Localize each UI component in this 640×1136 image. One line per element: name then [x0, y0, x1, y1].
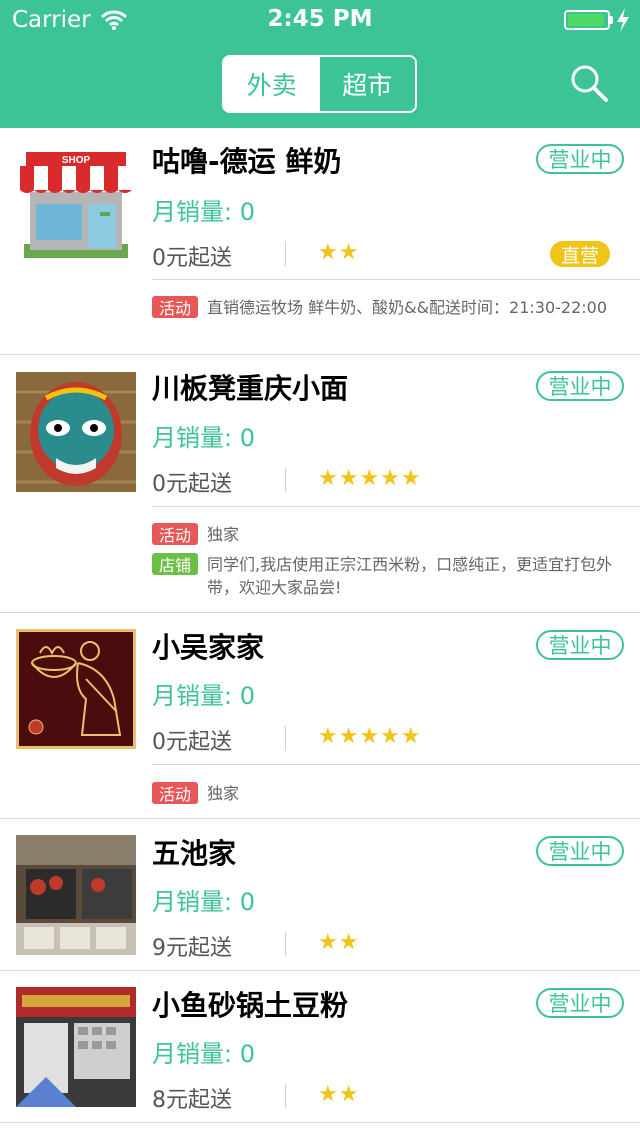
promotion-tag: 活动	[152, 523, 198, 545]
store-notice-tag: 店铺	[152, 553, 198, 575]
open-status-badge: 营业中	[536, 988, 624, 1018]
rating-stars: ★★	[318, 240, 360, 265]
monthly-sales: 月销量: 0	[152, 682, 255, 710]
shop-thumbnail: SHOP	[16, 146, 136, 266]
tab-supermarket[interactable]: 超市	[319, 57, 415, 111]
shop-thumbnail	[16, 987, 136, 1107]
open-status-badge: 营业中	[536, 836, 624, 866]
storefront-photo-icon	[16, 987, 136, 1107]
clock: 2:45 PM	[267, 6, 373, 32]
shop-thumbnail	[16, 629, 136, 749]
promotion-tag: 活动	[152, 782, 198, 804]
storefront-icon: SHOP	[16, 146, 136, 266]
opera-mask-icon	[16, 372, 136, 492]
shop-name: 小鱼砂锅土豆粉	[152, 989, 349, 1022]
direct-operated-badge: 直营	[550, 241, 610, 267]
monthly-sales: 月销量: 0	[152, 198, 255, 226]
shop-list: SHOP 咕噜-德运 鲜奶 营业中 月销量: 0 0元起送 ★★ 直营 活动 直…	[0, 128, 640, 1133]
promotion-text: 独家	[207, 525, 240, 544]
shop-item[interactable]: 川板凳重庆小面 营业中 月销量: 0 0元起送 ★★★★★ 活动 独家 店铺 同…	[0, 355, 640, 613]
tab-takeout[interactable]: 外卖	[224, 57, 320, 111]
rating-stars: ★★	[318, 1082, 360, 1107]
divider	[152, 764, 640, 765]
divider	[152, 279, 640, 280]
store-notice-text: 同学们,我店使用正宗江西米粉，口感纯正，更适宜打包外带，欢迎大家品尝!	[207, 555, 613, 597]
search-icon[interactable]	[568, 62, 610, 104]
monthly-sales: 月销量: 0	[152, 424, 255, 452]
shop-thumbnail	[16, 372, 136, 492]
divider	[285, 242, 286, 266]
promotion-text: 直销德运牧场 鲜牛奶、酸奶&&配送时间：21:30-22:00	[207, 298, 608, 317]
battery-icon	[564, 10, 610, 30]
rating-stars: ★★★★★	[318, 724, 422, 749]
open-status-badge: 营业中	[536, 630, 624, 660]
divider	[285, 726, 286, 750]
noodle-logo-icon	[16, 629, 136, 749]
promotion-tag: 活动	[152, 296, 198, 318]
top-bar: Carrier 2:45 PM 外卖 超市	[0, 0, 640, 128]
minimum-order: 0元起送	[152, 246, 232, 271]
divider	[152, 506, 640, 507]
monthly-sales: 月销量: 0	[152, 888, 255, 916]
monthly-sales: 月销量: 0	[152, 1040, 255, 1068]
rating-stars: ★★★★★	[318, 466, 422, 491]
shop-name: 五池家	[152, 837, 237, 870]
shop-item[interactable]: 小鱼砂锅土豆粉 营业中 月销量: 0 8元起送 ★★	[0, 971, 640, 1133]
shop-item[interactable]: 小吴家家 营业中 月销量: 0 0元起送 ★★★★★ 活动 独家	[0, 613, 640, 819]
shop-name: 小吴家家	[152, 631, 265, 664]
divider	[285, 1084, 286, 1108]
rating-stars: ★★	[318, 930, 360, 955]
divider	[285, 468, 286, 492]
open-status-badge: 营业中	[536, 371, 624, 401]
minimum-order: 0元起送	[152, 472, 232, 497]
shop-name: 川板凳重庆小面	[152, 372, 349, 405]
shop-name: 咕噜-德运 鲜奶	[152, 145, 342, 178]
svg-text:SHOP: SHOP	[62, 155, 91, 166]
minimum-order: 0元起送	[152, 730, 232, 755]
divider	[0, 1122, 640, 1123]
divider	[285, 932, 286, 956]
battery-level	[568, 14, 604, 26]
shop-item[interactable]: 五池家 营业中 月销量: 0 9元起送 ★★	[0, 819, 640, 971]
battery-tip	[610, 16, 613, 24]
shop-item[interactable]: SHOP 咕噜-德运 鲜奶 营业中 月销量: 0 0元起送 ★★ 直营 活动 直…	[0, 128, 640, 355]
minimum-order: 8元起送	[152, 1088, 232, 1113]
charging-icon	[617, 8, 629, 32]
open-status-badge: 营业中	[536, 144, 624, 174]
promotion-text: 独家	[207, 784, 240, 803]
shop-thumbnail	[16, 835, 136, 955]
category-switch[interactable]: 外卖 超市	[222, 55, 417, 113]
minimum-order: 9元起送	[152, 936, 232, 961]
storefront-photo-icon	[16, 835, 136, 955]
status-bar: Carrier 2:45 PM	[0, 0, 640, 40]
